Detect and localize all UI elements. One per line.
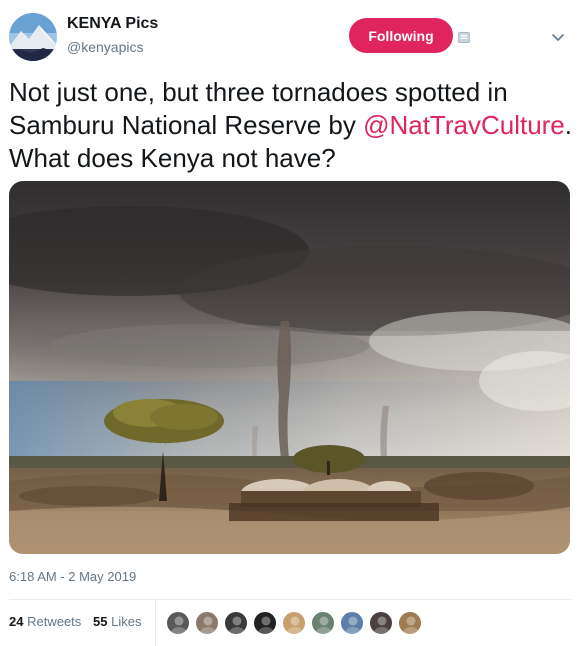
account-handle[interactable]: @kenyapics (67, 39, 143, 55)
likes-count: 55 (93, 614, 108, 629)
likes-label: Likes (111, 614, 142, 629)
caret-down-icon[interactable] (551, 30, 565, 41)
retweets-count: 24 (9, 614, 24, 629)
avatar[interactable] (9, 13, 57, 61)
liker-avatar[interactable] (166, 611, 190, 635)
notification-icon[interactable] (458, 30, 470, 43)
liker-avatar[interactable] (195, 611, 219, 635)
retweets-stat[interactable]: 24 Retweets (9, 614, 81, 629)
mention-link[interactable]: @NatTravCulture (363, 110, 565, 140)
liker-avatar[interactable] (369, 611, 393, 635)
liker-avatar[interactable] (253, 611, 277, 635)
liker-avatar[interactable] (340, 611, 364, 635)
account-name[interactable]: KENYA Pics (67, 15, 158, 33)
tweet-timestamp[interactable]: 6:18 AM - 2 May 2019 (9, 569, 136, 584)
liker-avatar[interactable] (224, 611, 248, 635)
following-button[interactable]: Following (349, 18, 453, 53)
retweets-label: Retweets (27, 614, 82, 629)
tweet-text: Not just one, but three tornadoes spotte… (9, 76, 579, 175)
liker-avatar[interactable] (311, 611, 335, 635)
liker-avatar[interactable] (282, 611, 306, 635)
liker-avatar[interactable] (398, 611, 422, 635)
tweet-stats: 24 Retweets 55 Likes (9, 600, 571, 646)
likes-stat[interactable]: 55 Likes (93, 614, 141, 629)
tweet-photo[interactable] (9, 181, 570, 554)
stats-separator (155, 600, 156, 646)
tweet-header: KENYA Pics @kenyapics Following (0, 0, 585, 70)
